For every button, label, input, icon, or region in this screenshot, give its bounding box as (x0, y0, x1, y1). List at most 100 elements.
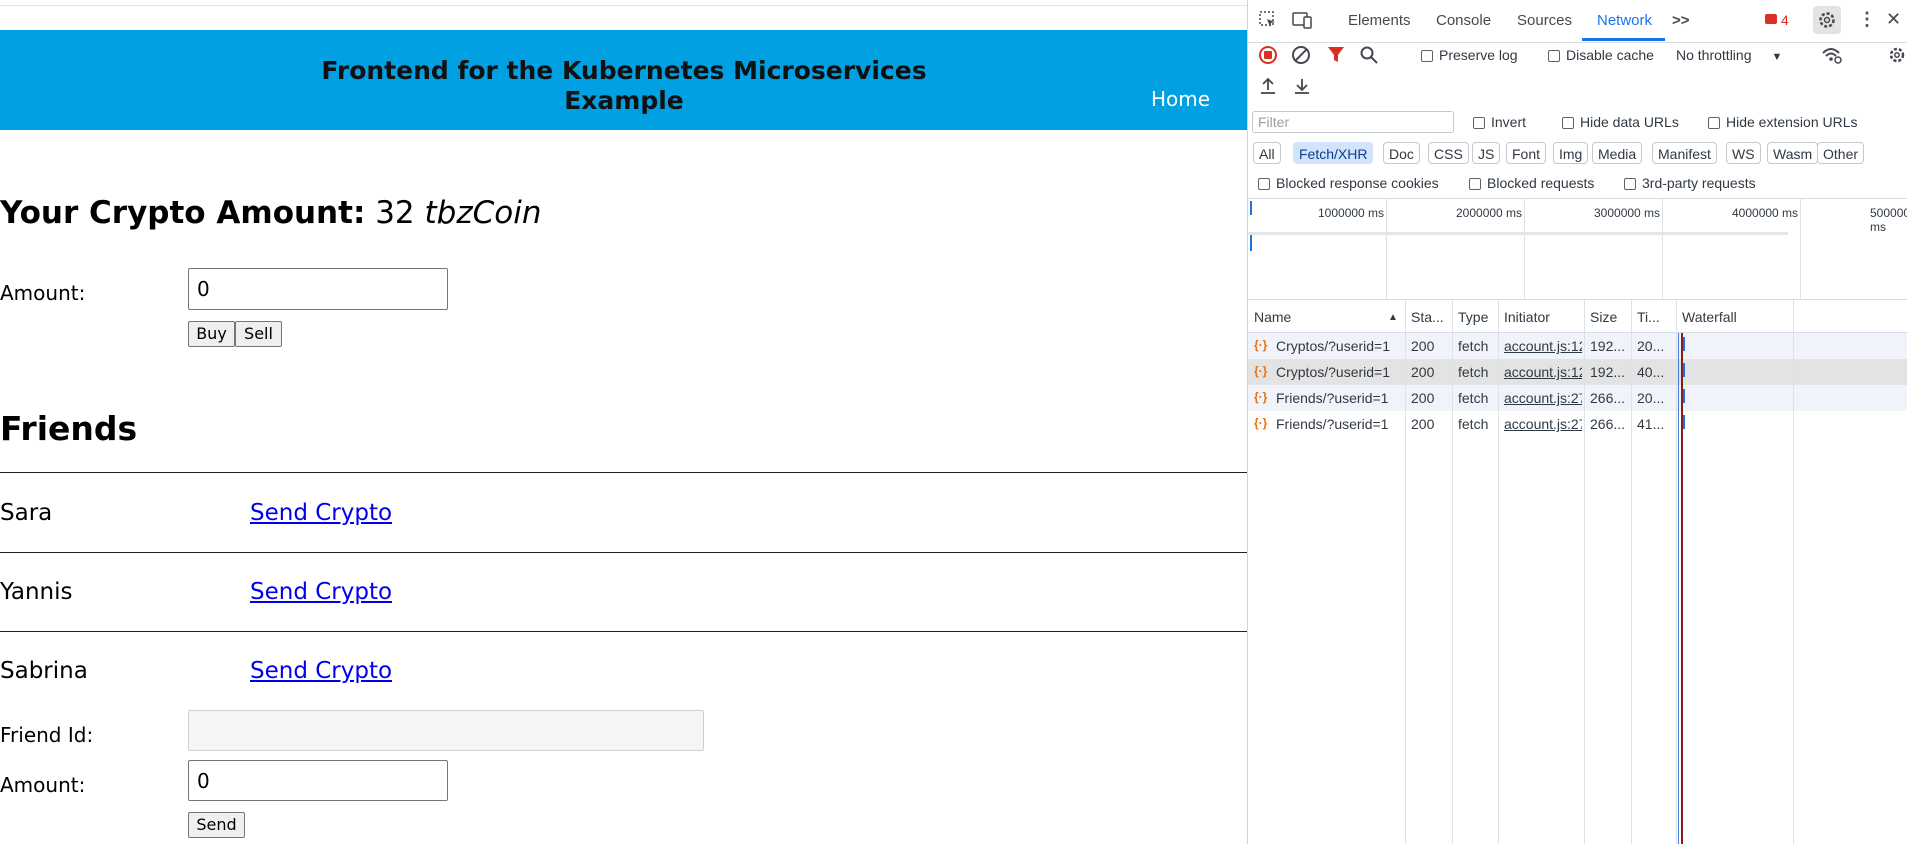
request-row[interactable]: {·} Cryptos/?userid=1 200 fetch account.js:1… (1248, 333, 1907, 359)
send-amount-input[interactable] (188, 760, 448, 801)
hide-extension-urls-checkbox[interactable]: Hide extension URLs (1708, 114, 1858, 130)
tab-console[interactable]: Console (1436, 12, 1491, 29)
hide-data-urls-checkbox[interactable]: Hide data URLs (1562, 114, 1679, 130)
send-crypto-link[interactable]: Send Crypto (250, 500, 392, 526)
request-row[interactable]: {·} Cryptos/?userid=1 200 fetch account.js:1… (1248, 359, 1907, 385)
crypto-amount-input[interactable] (188, 268, 448, 310)
kebab-menu-icon[interactable]: ⋮ (1858, 9, 1876, 30)
filter-input[interactable]: Filter (1252, 111, 1454, 133)
crypto-amount-value: 32 (375, 195, 415, 231)
column-status[interactable]: Sta... (1411, 309, 1444, 325)
overview-tick-label: 4000000 ms (1732, 206, 1799, 220)
request-name: Friends/?userid=1 (1276, 416, 1389, 432)
chip-manifest[interactable]: Manifest (1652, 142, 1717, 164)
request-size: 266... (1590, 416, 1626, 432)
issues-icon[interactable] (1765, 14, 1777, 24)
overview-gridline (1800, 199, 1801, 299)
request-status: 200 (1411, 416, 1435, 432)
chip-fetch-xhr[interactable]: Fetch/XHR (1293, 142, 1374, 164)
blocked-cookies-label: Blocked response cookies (1276, 175, 1439, 191)
sell-button[interactable]: Sell (235, 321, 282, 347)
request-type: fetch (1458, 338, 1489, 354)
request-time: 20... (1637, 390, 1665, 406)
throttling-select[interactable]: No throttling ▼ (1676, 47, 1782, 63)
tab-elements[interactable]: Elements (1348, 12, 1411, 29)
preserve-log-checkbox[interactable]: Preserve log (1421, 47, 1518, 63)
blocked-requests-checkbox[interactable]: Blocked requests (1469, 175, 1594, 191)
throttling-value: No throttling (1676, 47, 1752, 63)
send-crypto-link[interactable]: Send Crypto (250, 658, 392, 684)
chip-media[interactable]: Media (1592, 142, 1643, 164)
network-conditions-icon[interactable] (1821, 45, 1843, 68)
chip-js[interactable]: JS (1472, 142, 1501, 164)
request-initiator[interactable]: account.js:12 (1504, 364, 1582, 380)
preserve-log-label: Preserve log (1439, 47, 1518, 63)
column-time[interactable]: Ti... (1637, 309, 1660, 325)
column-initiator[interactable]: Initiator (1504, 309, 1550, 325)
import-har-icon[interactable] (1260, 77, 1276, 98)
search-icon[interactable] (1359, 45, 1379, 68)
request-initiator[interactable]: account.js:27 (1504, 416, 1582, 432)
column-name[interactable]: Name (1254, 309, 1291, 325)
column-size[interactable]: Size (1590, 309, 1617, 325)
device-toolbar-icon[interactable] (1291, 10, 1313, 33)
settings-icon[interactable] (1813, 6, 1841, 34)
blocked-cookies-checkbox[interactable]: Blocked response cookies (1258, 175, 1439, 191)
request-row[interactable]: {·} Friends/?userid=1 200 fetch account.js:2… (1248, 385, 1907, 411)
column-waterfall[interactable]: Waterfall (1682, 309, 1737, 325)
disable-cache-checkbox[interactable]: Disable cache (1548, 47, 1654, 63)
send-button[interactable]: Send (188, 812, 245, 838)
disable-cache-label: Disable cache (1566, 47, 1654, 63)
request-type: fetch (1458, 364, 1489, 380)
chip-css[interactable]: CSS (1428, 142, 1469, 164)
third-party-checkbox[interactable]: 3rd-party requests (1624, 175, 1756, 191)
filter-icon[interactable] (1327, 45, 1345, 68)
chip-font[interactable]: Font (1506, 142, 1547, 164)
hide-extension-urls-label: Hide extension URLs (1726, 114, 1858, 130)
column-divider (1405, 300, 1406, 844)
export-har-icon[interactable] (1294, 77, 1310, 98)
network-overview[interactable]: 1000000 ms 2000000 ms 3000000 ms 4000000… (1248, 198, 1907, 300)
sort-ascending-icon[interactable]: ▲ (1388, 312, 1398, 323)
inspect-element-icon[interactable] (1258, 10, 1278, 33)
chip-all[interactable]: All (1253, 142, 1281, 164)
buy-button[interactable]: Buy (188, 321, 235, 347)
close-icon[interactable]: ✕ (1886, 9, 1901, 30)
home-link[interactable]: Home (1151, 87, 1210, 111)
request-table-header: Name ▲ Sta... Type Initiator Size Ti... … (1248, 300, 1907, 333)
invert-checkbox[interactable]: Invert (1473, 114, 1526, 130)
chip-doc[interactable]: Doc (1383, 142, 1420, 164)
send-crypto-link[interactable]: Send Crypto (250, 579, 392, 605)
request-row[interactable]: {·} Friends/?userid=1 200 fetch account.js:2… (1248, 411, 1907, 437)
waterfall-bar (1683, 389, 1685, 403)
friend-id-input[interactable] (188, 710, 704, 751)
request-time: 40... (1637, 364, 1665, 380)
app-page: Frontend for the Kubernetes Microservice… (0, 0, 1247, 844)
network-settings-icon[interactable] (1887, 45, 1907, 68)
chip-ws[interactable]: WS (1726, 142, 1761, 164)
tab-sources[interactable]: Sources (1517, 12, 1572, 29)
request-status: 200 (1411, 338, 1435, 354)
tab-network[interactable]: Network (1597, 12, 1652, 29)
clear-icon[interactable] (1292, 46, 1310, 64)
friends-divider (0, 552, 1247, 553)
friends-divider (0, 472, 1247, 473)
request-initiator[interactable]: account.js:12 (1504, 338, 1582, 354)
request-type: fetch (1458, 416, 1489, 432)
request-time: 41... (1637, 416, 1665, 432)
more-tabs-button[interactable]: >> (1672, 12, 1690, 29)
chip-img[interactable]: Img (1553, 142, 1589, 164)
friend-id-label: Friend Id: (0, 723, 94, 747)
request-initiator[interactable]: account.js:27 (1504, 390, 1582, 406)
dom-content-loaded-line (1678, 333, 1679, 844)
column-type[interactable]: Type (1458, 309, 1488, 325)
chip-other[interactable]: Other (1817, 142, 1865, 164)
issues-count[interactable]: 4 (1781, 12, 1789, 28)
hide-data-urls-label: Hide data URLs (1580, 114, 1679, 130)
site-header: Frontend for the Kubernetes Microservice… (0, 30, 1247, 130)
chip-wasm[interactable]: Wasm (1767, 142, 1819, 164)
waterfall-gridline (1793, 300, 1794, 844)
overview-tick-label: 1000000 ms (1318, 206, 1385, 220)
overview-gridline (1662, 199, 1663, 299)
record-stop-icon[interactable] (1259, 46, 1277, 64)
